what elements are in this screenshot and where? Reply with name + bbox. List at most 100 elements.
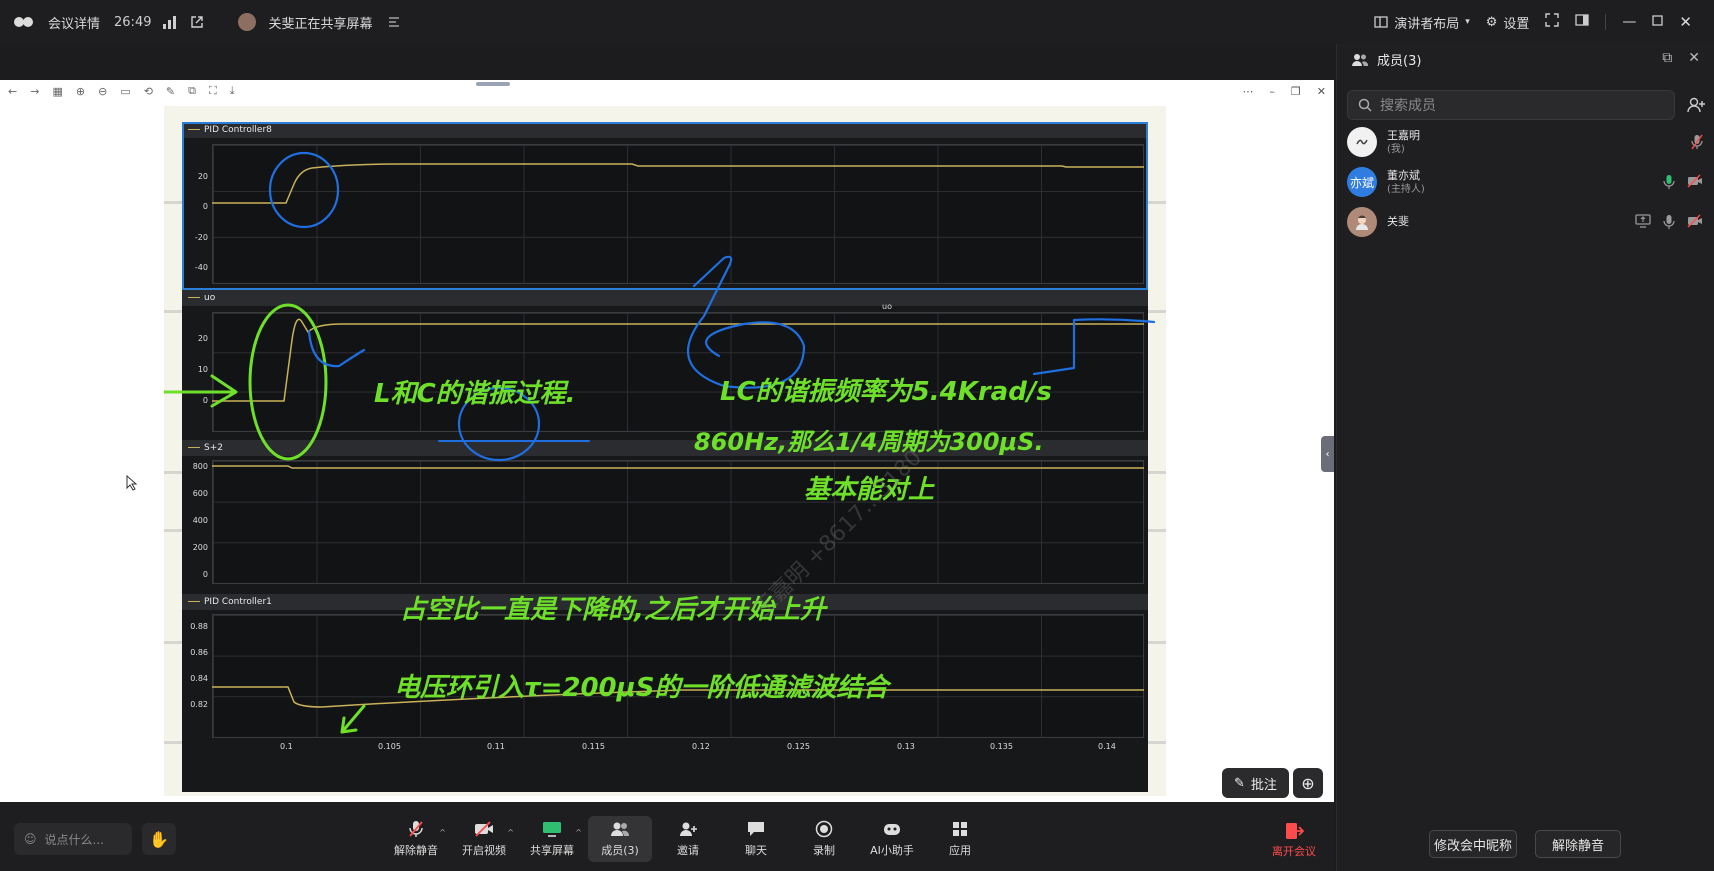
chat-input[interactable]: ☺ 说点什么...	[14, 823, 132, 855]
chevron-up-icon[interactable]: ^	[507, 828, 514, 837]
select-icon[interactable]: ⛶	[209, 84, 217, 98]
record-label: 录制	[813, 844, 835, 857]
viewer-close-icon[interactable]: ✕	[1317, 85, 1326, 98]
apps-icon	[949, 820, 971, 838]
edit-icon[interactable]: ✎	[166, 85, 175, 98]
camera-off-icon	[1687, 174, 1702, 188]
share-screen-button[interactable]: 共享屏幕 ^	[520, 816, 584, 862]
sharer-avatar	[238, 13, 257, 31]
record-icon	[813, 820, 835, 838]
green-arrow-annotation	[164, 374, 238, 408]
chat-label: 聊天	[745, 844, 767, 857]
raise-hand-button[interactable]: ✋	[142, 823, 176, 855]
avatar	[1347, 127, 1377, 157]
unmute-button[interactable]: 解除静音 ^	[384, 816, 448, 862]
avatar: 亦斌	[1347, 167, 1377, 197]
zoom-icon: ⊕	[1301, 773, 1315, 793]
members-icon	[609, 820, 631, 838]
member-row[interactable]: 王嘉明 (我)	[1347, 124, 1707, 160]
zoom-out-icon[interactable]: ⊖	[98, 85, 107, 98]
settings-button[interactable]: ⚙ 设置	[1486, 13, 1530, 32]
ai-assistant-button[interactable]: AI小助手	[860, 816, 924, 862]
member-role: (主持人)	[1387, 183, 1425, 195]
invite-button[interactable]: 邀请	[656, 816, 720, 862]
mic-on-icon	[1663, 215, 1675, 229]
green-circle-annotation	[248, 303, 328, 461]
chat-icon	[745, 820, 767, 838]
chevron-up-icon[interactable]: ^	[575, 828, 582, 837]
close-icon[interactable]: ✕	[1679, 13, 1692, 31]
grid-icon[interactable]: ▦	[52, 85, 62, 98]
add-user-icon	[1687, 97, 1705, 113]
members-header: 成员(3)	[1351, 50, 1421, 69]
viewer-minimize-icon[interactable]: –	[1269, 85, 1275, 98]
layout-label: 演讲者布局	[1394, 16, 1460, 32]
camera-off-icon	[473, 820, 495, 838]
invite-label: 邀请	[677, 844, 699, 857]
minimize-icon[interactable]: —	[1622, 14, 1636, 30]
meeting-details-link[interactable]: 会议详情	[48, 13, 100, 32]
sharing-menu-icon[interactable]	[385, 13, 403, 31]
start-video-button[interactable]: 开启视频 ^	[452, 816, 516, 862]
member-row[interactable]: 关斐	[1347, 204, 1707, 240]
annotate-button[interactable]: ✎ 批注	[1222, 768, 1289, 798]
crop-icon[interactable]: ⧉	[188, 84, 196, 98]
record-button[interactable]: 录制	[792, 816, 856, 862]
mouse-cursor-icon	[126, 475, 138, 491]
fit-icon[interactable]: ▭	[120, 85, 130, 98]
app-logo-icon	[14, 15, 36, 29]
meeting-tools: 解除静音 ^ 开启视频 ^ 共享屏幕 ^ 成员(3) 邀请 聊天 录制 AI小助…	[384, 816, 992, 862]
annotation-text: LC的谐振频率为5.4Krad/s	[720, 377, 1052, 407]
maximize-icon[interactable]	[1652, 14, 1664, 30]
apps-button[interactable]: 应用	[928, 816, 992, 862]
apps-label: 应用	[949, 844, 971, 857]
chevron-up-icon[interactable]: ^	[439, 828, 446, 837]
pen-icon: ✎	[1234, 775, 1245, 791]
back-icon[interactable]: ←	[8, 85, 17, 98]
zoom-button[interactable]: ⊕	[1293, 768, 1323, 798]
shared-screen: ← → ▦ ⊕ ⊖ ▭ ⟲ ✎ ⧉ ⛶ ⤓ ⋯ – ❐ ✕ PID Contro…	[0, 80, 1334, 802]
leave-label: 离开会议	[1272, 845, 1316, 858]
leave-meeting-button[interactable]: 离开会议	[1264, 822, 1324, 862]
blue-bracket-annotation	[1032, 318, 1156, 376]
signal-icon[interactable]	[163, 15, 177, 29]
viewer-restore-icon[interactable]: ❐	[1291, 85, 1301, 98]
chat-button[interactable]: 聊天	[724, 816, 788, 862]
member-search-input[interactable]: 搜索成员	[1347, 90, 1675, 120]
more-icon[interactable]: ⋯	[1242, 85, 1253, 98]
member-status-icons	[1635, 214, 1703, 230]
layout-button[interactable]: 演讲者布局 ▾	[1374, 13, 1470, 32]
external-link-icon[interactable]	[188, 13, 206, 31]
share-screen-label: 共享屏幕	[530, 844, 574, 857]
members-title: 成员(3)	[1377, 54, 1422, 69]
mic-muted-icon	[1691, 134, 1703, 150]
camera-off-icon	[1687, 214, 1702, 228]
sidebar-toggle-icon[interactable]	[1575, 14, 1590, 30]
meeting-timer: 26:49	[114, 14, 152, 30]
emoji-icon[interactable]: ☺	[24, 832, 37, 846]
forward-icon[interactable]: →	[30, 85, 39, 98]
member-row[interactable]: 亦斌 董亦斌 (主持人)	[1347, 164, 1707, 200]
rename-button[interactable]: 修改会中昵称	[1429, 830, 1517, 858]
side-collapse-tab[interactable]: ‹	[1321, 436, 1334, 472]
save-icon[interactable]: ⤓	[230, 84, 235, 98]
divider	[1605, 14, 1607, 30]
zoom-in-icon[interactable]: ⊕	[76, 85, 85, 98]
members-label: 成员(3)	[601, 844, 639, 857]
close-panel-icon[interactable]: ✕	[1688, 50, 1700, 66]
rotate-icon[interactable]: ⟲	[144, 85, 153, 98]
unmute-all-button[interactable]: 解除静音	[1535, 830, 1621, 858]
screen-share-icon	[1635, 214, 1651, 228]
fullscreen-icon[interactable]	[1545, 13, 1560, 31]
members-panel: 成员(3) ⧉ ✕ 搜索成员 王嘉明 (我) 亦斌 董亦斌 (主持人) 关斐 修…	[1336, 44, 1714, 871]
search-icon	[1358, 98, 1372, 112]
unmute-label: 解除静音	[394, 844, 438, 857]
add-member-button[interactable]	[1683, 92, 1709, 118]
members-button[interactable]: 成员(3)	[588, 816, 652, 862]
invite-icon	[677, 820, 699, 838]
scope-image: PID Controller8 20 0 -20 -40 uo uo 20 10…	[164, 106, 1166, 796]
gear-icon: ⚙	[1485, 14, 1498, 30]
settings-label: 设置	[1503, 16, 1530, 32]
annotation-text: L和C的谐振过程.	[374, 379, 576, 409]
popout-icon[interactable]: ⧉	[1662, 50, 1672, 66]
